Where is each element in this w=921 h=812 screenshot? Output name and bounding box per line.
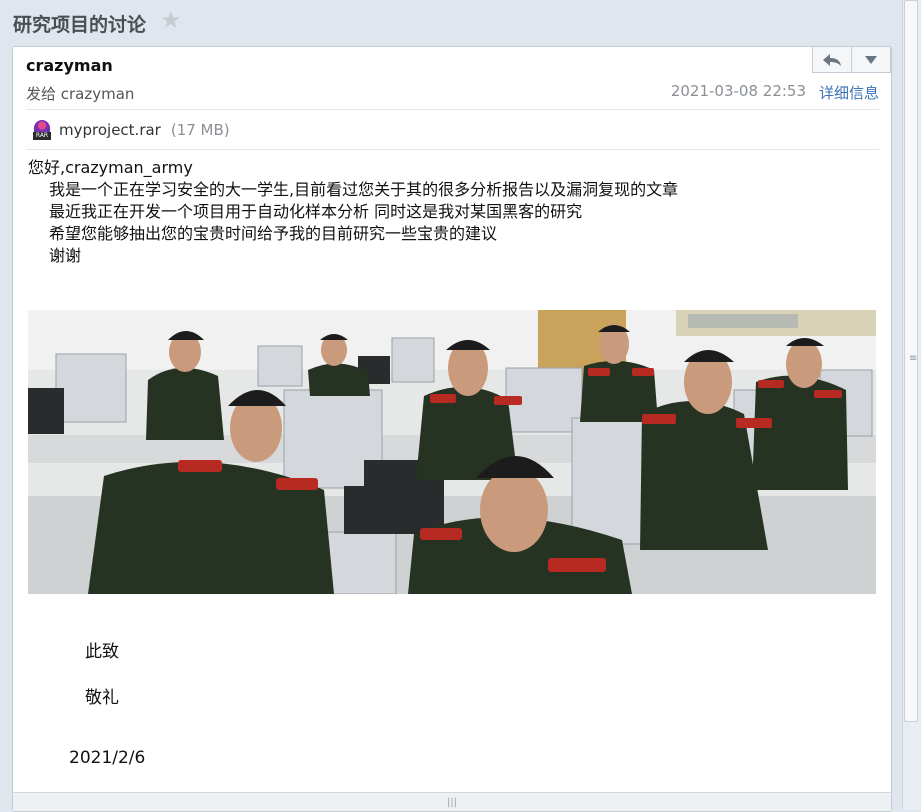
body-line: 最近我正在开发一个项目用于自动化样本分析 同时这是我对某国黑客的研究	[49, 202, 583, 221]
header-divider	[26, 109, 879, 110]
embedded-photo	[28, 310, 876, 594]
reply-icon[interactable]	[812, 47, 852, 73]
sender-name[interactable]: crazyman	[26, 56, 113, 75]
classroom-photo	[28, 310, 876, 594]
message-body: 您好,crazyman_army 我是一个正在学习安全的大一学生,目前看过您关于…	[28, 157, 678, 267]
grip-icon: |||	[446, 796, 458, 808]
body-line: 谢谢	[49, 246, 82, 265]
conversation-subject: 研究项目的讨论	[13, 14, 147, 36]
message-card: crazyman 发给 crazyman 2021-03-08 22:53 详细…	[12, 46, 892, 812]
recipient-line: 发给 crazyman	[26, 85, 135, 103]
conversation-header: 研究项目的讨论 ★	[0, 0, 921, 46]
attachment-name[interactable]: myproject.rar	[59, 121, 161, 139]
attachment-size: (17 MB)	[170, 121, 230, 139]
body-line: 我是一个正在学习安全的大一学生,目前看过您关于其的很多分析报告以及漏洞复现的文章	[49, 180, 679, 199]
greeting-line: 您好,crazyman_army	[28, 158, 193, 177]
signature-date: 2021/2/6	[69, 748, 146, 768]
closing-line-2: 敬礼	[85, 688, 119, 708]
resize-handle[interactable]: |||	[13, 792, 891, 811]
attachment[interactable]: RAR myproject.rar (17 MB)	[33, 119, 230, 141]
vertical-scrollbar[interactable]: ≡	[902, 0, 921, 810]
star-icon[interactable]: ★	[160, 6, 182, 34]
dropdown-icon[interactable]	[852, 47, 891, 73]
message-date: 2021-03-08 22:53	[670, 82, 806, 100]
details-link[interactable]: 详细信息	[819, 82, 879, 103]
rar-icon-tag: RAR	[33, 132, 51, 140]
scrollbar-grip-icon: ≡	[909, 353, 918, 364]
body-line: 希望您能够抽出您的宝贵时间给予我的目前研究一些宝贵的建议	[49, 224, 498, 243]
attachment-divider	[26, 149, 879, 150]
closing-line-1: 此致	[85, 642, 119, 662]
message-actions	[812, 47, 891, 73]
rar-icon: RAR	[33, 120, 51, 140]
